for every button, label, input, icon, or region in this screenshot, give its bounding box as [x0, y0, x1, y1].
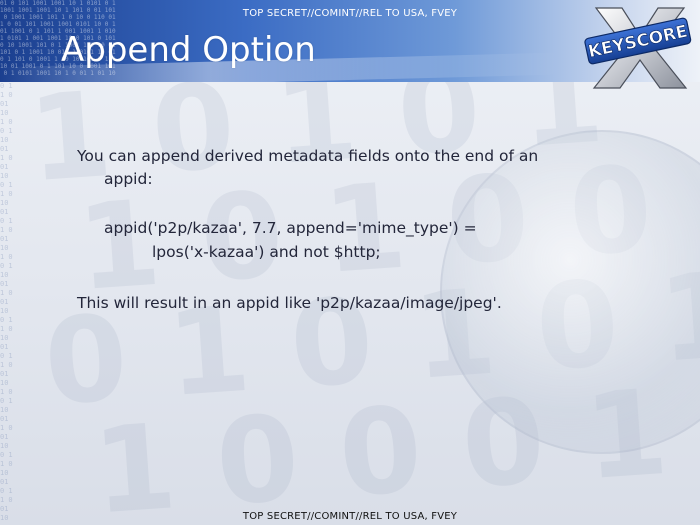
result-paragraph: This will result in an appid like 'p2p/k…: [77, 294, 502, 312]
slide-body: You can append derived metadata fields o…: [0, 0, 700, 525]
slide: 1 0 1 0 1 1 0 1 0 0 0 1 0 1 0 1 1 0 0 0 …: [0, 0, 700, 525]
code-line-2: lpos('x-kazaa') and not $http;: [152, 243, 381, 261]
intro-line-1: You can append derived metadata fields o…: [77, 147, 539, 165]
code-line-1: appid('p2p/kazaa', 7.7, append='mime_typ…: [104, 219, 477, 237]
intro-line-2: appid:: [104, 170, 153, 188]
intro-paragraph: You can append derived metadata fields o…: [77, 145, 637, 191]
classification-banner-bottom: TOP SECRET//COMINT//REL TO USA, FVEY: [242, 511, 458, 522]
